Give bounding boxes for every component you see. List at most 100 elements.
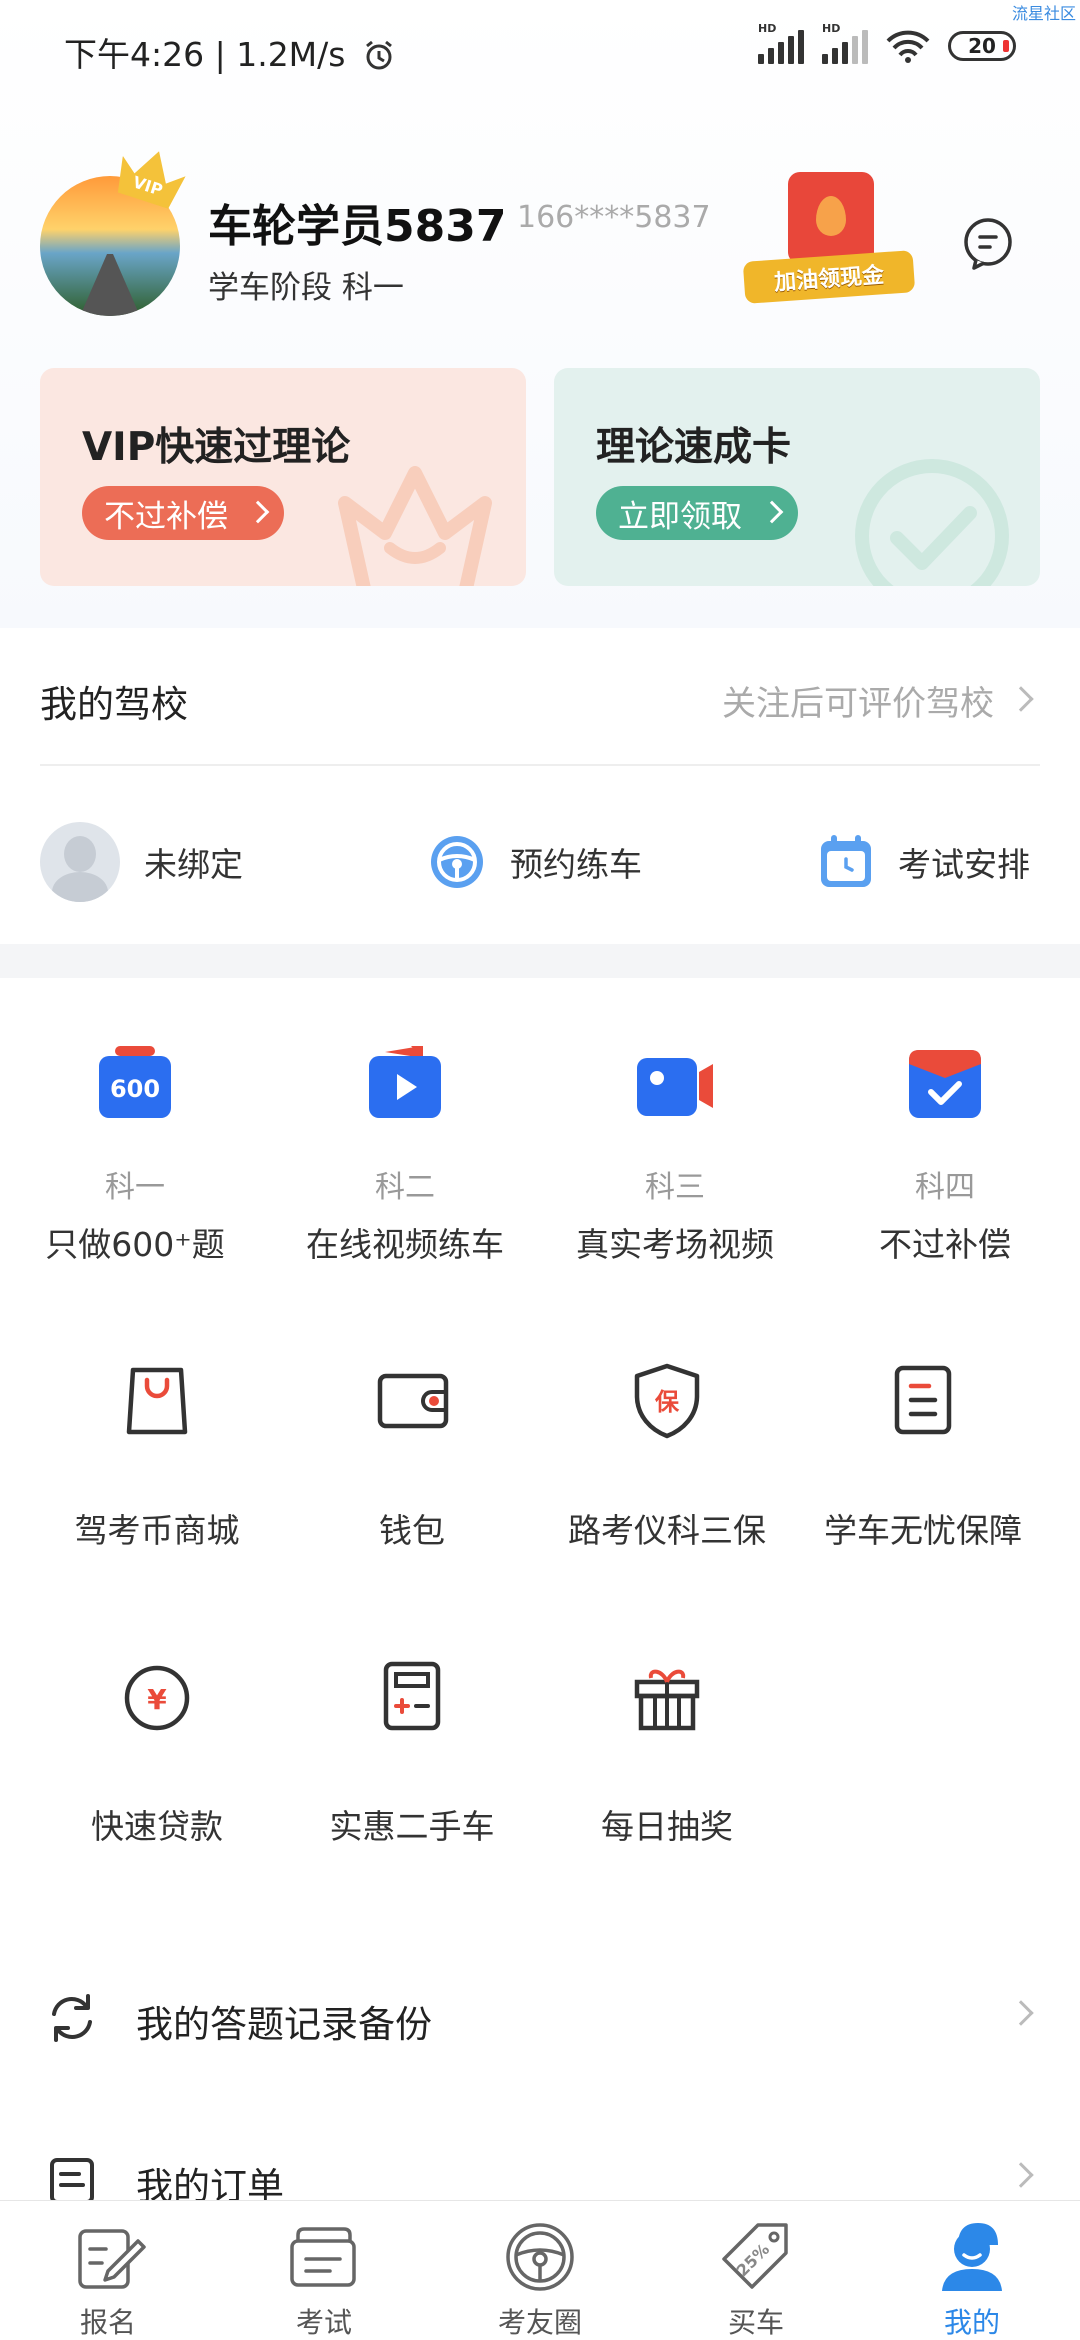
status-time-text: 下午4:26 | 1.2M/s (64, 35, 346, 74)
subject-three-item[interactable]: 科三 真实考场视频 (540, 1040, 810, 1270)
page: 下午4:26 | 1.2M/s HD HD 20 流星社区 VIP 车轮学员58… (0, 0, 1080, 2340)
tab-buy-car-label: 买车 (727, 2306, 784, 2339)
coin-mall-item[interactable]: 驾考币商城 (22, 1360, 292, 1550)
chevron-right-icon (760, 500, 784, 524)
subject-two-item[interactable]: 科二 在线视频练车 (270, 1040, 540, 1270)
calculator-icon (383, 1661, 441, 1731)
exam-schedule-button[interactable]: 考试安排 (818, 822, 1030, 902)
chevron-right-icon (1008, 2162, 1034, 2188)
wallet-label: 钱包 (379, 1511, 445, 1550)
school-hint: 关注后可评价驾校 (722, 684, 994, 724)
claim-now-button[interactable]: 立即领取 (596, 486, 798, 540)
subject-four-label: 不过补偿 (879, 1225, 1011, 1264)
steering-wheel-icon (431, 836, 483, 888)
vip-compensation-button[interactable]: 不过补偿 (82, 486, 284, 540)
status-time: 下午4:26 | 1.2M/s (64, 28, 396, 76)
subject-one-label: 只做600⁺题 (45, 1225, 225, 1264)
subject-four-item[interactable]: 科四 不过补偿 (810, 1040, 1080, 1270)
school-actions: 未绑定 预约练车 考试安排 (0, 766, 1080, 944)
used-car-item[interactable]: 实惠二手车 (277, 1656, 547, 1846)
theory-card-title: 理论速成卡 (596, 425, 792, 470)
promo-label: 加油领现金 (742, 250, 916, 304)
message-icon[interactable] (960, 216, 1016, 272)
road-test-insurance-label: 路考仪科三保 (568, 1511, 766, 1550)
tab-mine[interactable]: 我的 (864, 2201, 1080, 2340)
section-gap (0, 944, 1080, 978)
status-indicators: HD HD 20 (758, 22, 1016, 64)
bottom-tab-bar: 报名 考试 考友圈 25% 买车 我的 (0, 2200, 1080, 2340)
hd-label-2: HD (822, 22, 841, 35)
tab-signup-label: 报名 (79, 2306, 136, 2339)
video-camera-icon (637, 1058, 713, 1116)
shield-icon: 保 (634, 1363, 700, 1439)
vip-button-label: 不过补偿 (104, 498, 228, 535)
tab-exam[interactable]: 考试 (216, 2201, 432, 2340)
wallet-item[interactable]: 钱包 (277, 1360, 547, 1550)
subject-one-sub: 科一 (105, 1170, 165, 1205)
video-play-icon (369, 1046, 441, 1118)
book-practice-button[interactable]: 预约练车 (428, 822, 642, 902)
crown-decoration-icon (338, 466, 492, 586)
tab-community-label: 考友圈 (497, 2306, 582, 2339)
subject-three-label: 真实考场视频 (576, 1225, 774, 1264)
signal-icon-2: HD (822, 22, 868, 64)
chevron-right-icon (246, 500, 270, 524)
alarm-icon (366, 40, 392, 70)
daily-lottery-label: 每日抽奖 (601, 1807, 733, 1846)
worry-free-guarantee-label: 学车无忧保障 (824, 1511, 1022, 1550)
subject-two-sub: 科二 (375, 1170, 435, 1205)
tab-mine-label: 我的 (943, 2306, 1000, 2339)
theory-card[interactable]: 理论速成卡 立即领取 (554, 368, 1040, 586)
tab-community[interactable]: 考友圈 (432, 2201, 648, 2340)
600-questions-icon: 600 (99, 1046, 171, 1118)
answer-backup-label: 我的答题记录备份 (136, 2003, 432, 2046)
check-envelope-icon (909, 1050, 981, 1118)
coin-mall-label: 驾考币商城 (74, 1511, 240, 1550)
learning-stage: 学车阶段 科一 (208, 270, 404, 306)
my-driving-school-row[interactable]: 我的驾校 关注后可评价驾校 (0, 630, 1080, 764)
fuel-cash-promo[interactable]: 加油领现金 (742, 172, 916, 310)
fast-loan-item[interactable]: ¥ 快速贷款 (22, 1656, 292, 1846)
user-placeholder-icon (40, 822, 120, 902)
check-decoration-icon (855, 459, 1009, 586)
wifi-icon (886, 30, 930, 63)
tab-signup[interactable]: 报名 (0, 2201, 216, 2340)
subject-four-sub: 科四 (915, 1170, 975, 1205)
person-icon (942, 2223, 1002, 2291)
calendar-icon (821, 835, 871, 887)
vip-card-title: VIP快速过理论 (82, 425, 351, 470)
edit-icon (78, 2229, 146, 2289)
gift-icon (634, 1669, 700, 1731)
signal-icon: HD (758, 22, 804, 64)
worry-free-guarantee-item[interactable]: 学车无忧保障 (788, 1360, 1058, 1550)
hd-label: HD (758, 22, 777, 35)
subject-one-item[interactable]: 600 科一 只做600⁺题 (0, 1040, 270, 1270)
username[interactable]: 车轮学员5837 (208, 190, 506, 254)
claim-button-label: 立即领取 (618, 498, 742, 535)
answer-backup-row[interactable]: 我的答题记录备份 (0, 1962, 1080, 2062)
school-title: 我的驾校 (40, 683, 188, 726)
shopping-bag-icon (126, 1367, 188, 1435)
price-tag-icon: 25% (722, 2223, 788, 2289)
steering-wheel-icon (506, 2223, 574, 2291)
unbound-label: 未绑定 (144, 845, 243, 884)
road-test-insurance-item[interactable]: 保 路考仪科三保 (532, 1360, 802, 1550)
document-icon (894, 1365, 952, 1435)
yuan-coin-icon: ¥ (124, 1665, 190, 1731)
exam-schedule-label: 考试安排 (898, 845, 1030, 884)
book-practice-label: 预约练车 (510, 845, 642, 884)
tab-buy-car[interactable]: 25% 买车 (648, 2201, 864, 2340)
chevron-right-icon (1008, 686, 1034, 712)
used-car-label: 实惠二手车 (329, 1807, 495, 1846)
status-bar: 下午4:26 | 1.2M/s HD HD 20 流星社区 (0, 0, 1080, 100)
svg-text:¥: ¥ (147, 1683, 167, 1716)
subject-three-sub: 科三 (645, 1170, 705, 1205)
vip-card[interactable]: VIP快速过理论 不过补偿 (40, 368, 526, 586)
unbound-school-button[interactable]: 未绑定 (40, 822, 243, 902)
tab-exam-label: 考试 (295, 2306, 352, 2339)
svg-text:600: 600 (110, 1075, 160, 1103)
daily-lottery-item[interactable]: 每日抽奖 (532, 1656, 802, 1846)
battery-level: 20 (968, 34, 996, 58)
svg-text:保: 保 (654, 1388, 680, 1416)
exam-card-icon (290, 2227, 356, 2287)
